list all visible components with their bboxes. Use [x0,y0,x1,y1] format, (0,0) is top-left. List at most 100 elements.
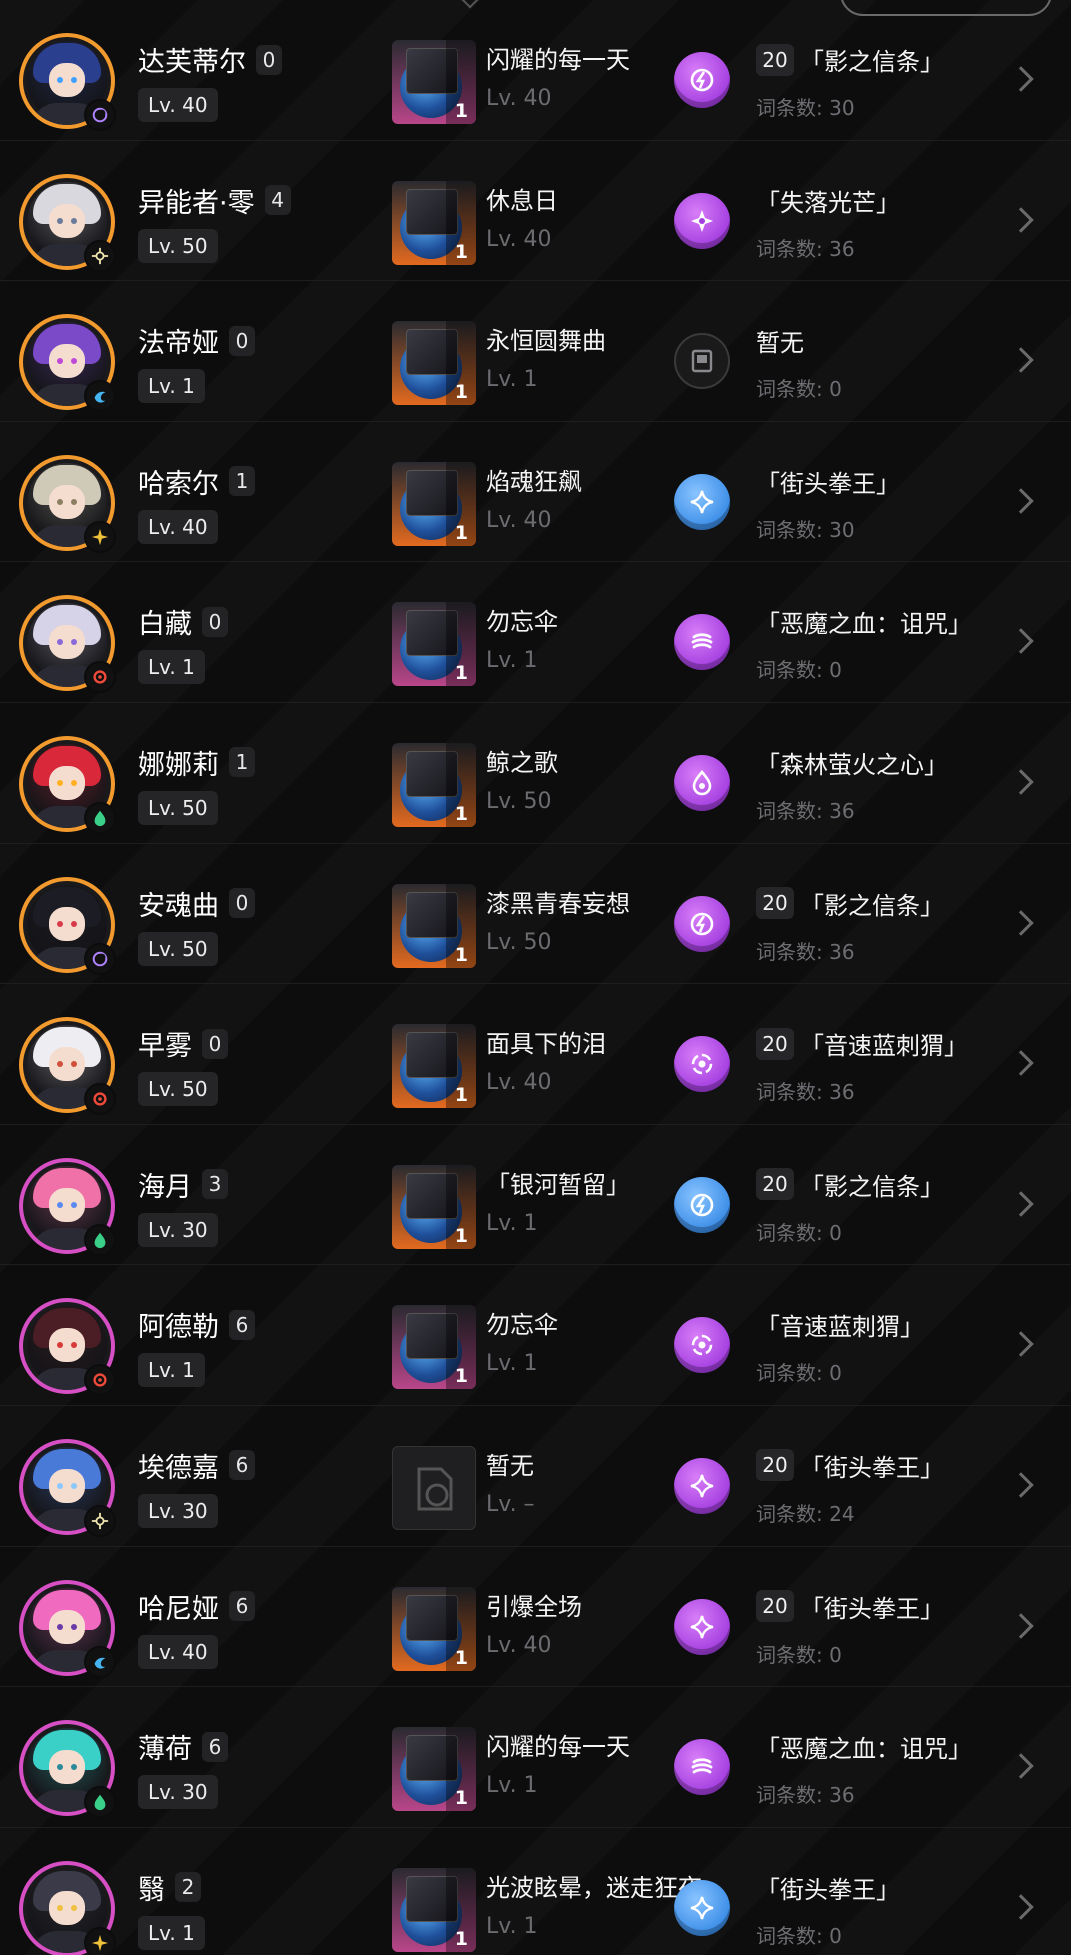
agent-row[interactable]: 早雾 0 Lv. 50 1 面具下的泪 Lv. 40 20 「音速蓝刺猬」 词条数: 36 [0,984,1071,1125]
engine-refinement: 1 [454,1365,468,1388]
chevron-right-icon[interactable] [1008,488,1034,514]
shadow-icon[interactable] [674,52,730,108]
w-engine-icon[interactable]: 1 [392,461,476,546]
chevron-right-icon[interactable] [1008,1331,1034,1358]
agent-name-line: 安魂曲 0 [138,884,255,923]
engine-refinement: 1 [454,802,468,825]
w-engine-icon[interactable]: 1 [392,1164,476,1249]
chevron-right-icon[interactable] [1008,347,1034,373]
target-icon[interactable] [674,1036,730,1093]
sparkle-icon[interactable] [674,1879,730,1936]
substat-count: 词条数: 0 [756,1923,842,1948]
physical-icon [84,239,116,272]
chevron-right-icon[interactable] [1008,206,1034,233]
w-engine-icon[interactable]: 1 [392,1305,476,1390]
agent-level-badge: Lv. 30 [138,1775,218,1810]
agent-row[interactable]: 阿德勒 6 Lv. 1 1 勿忘伞 Lv. 1 「音速蓝刺猬」 词条数: 0 [0,1265,1071,1406]
agent-name-line: 法帝娅 0 [138,321,255,360]
agent-level-badge: Lv. 40 [138,1634,218,1669]
set-name: 「街头拳王」 [800,1453,944,1482]
chevron-right-icon[interactable] [1008,628,1034,655]
w-engine-name: 焰魂狂飙 [486,467,582,496]
chevron-right-icon[interactable] [1008,769,1034,795]
w-engine-icon[interactable]: 1 [392,1727,476,1812]
shadow-icon[interactable] [674,895,730,952]
chevron-right-icon[interactable] [1008,1472,1034,1498]
w-engine-icon[interactable]: 1 [392,1024,476,1109]
chevron-right-icon[interactable] [1008,1050,1034,1076]
agent-row[interactable]: 翳 2 Lv. 1 1 光波眩晕，迷走狂夜 Lv. 1 「街头拳王」 词条数: 0 [0,1828,1071,1955]
agent-row[interactable]: 哈尼娅 6 Lv. 40 1 引爆全场 Lv. 40 20 「街头拳王」 词条数: 0 [0,1547,1071,1688]
substat-count: 词条数: 30 [756,96,855,120]
ice-icon [84,1645,116,1678]
mindscape-badge: 3 [202,1169,228,1200]
chevron-right-icon[interactable] [1008,66,1034,92]
chevron-right-icon[interactable] [1008,909,1034,936]
substat-count: 词条数: 36 [756,1080,855,1105]
mindscape-badge: 0 [202,606,228,637]
electric-icon [84,1926,116,1955]
agent-row[interactable]: 薄荷 6 Lv. 30 1 闪耀的每一天 Lv. 1 「恶魔之血：诅咒」 词条数: 36 [0,1687,1071,1828]
w-engine-icon[interactable]: 1 [392,1867,476,1952]
w-engine-name: 闪耀的每一天 [486,1733,630,1762]
set-name: 暂无 [756,329,804,358]
agent-level-badge: Lv. 30 [138,1212,218,1247]
agent-name: 哈索尔 [138,468,219,500]
w-engine-level: Lv. 1 [486,1913,538,1939]
agent-row[interactable]: 埃德嘉 6 Lv. 30 暂无 Lv. – 20 「街头拳王」 词条数: 24 [0,1406,1071,1547]
agent-row[interactable]: 异能者·零 4 Lv. 50 1 休息日 Lv. 40 「失落光芒」 词条数: 36 [0,141,1071,282]
w-engine-icon[interactable]: 1 [392,883,476,968]
target-icon[interactable] [674,1317,730,1374]
agent-level-badge: Lv. 50 [138,790,218,825]
agent-name: 薄荷 [138,1734,192,1766]
set-name: 「恶魔之血：诅咒」 [756,1735,972,1764]
w-engine-icon[interactable]: 1 [392,742,476,827]
agent-level-badge: Lv. 40 [138,509,218,544]
agent-row[interactable]: 海月 3 Lv. 30 1 「银河暂留」 Lv. 1 20 「影之信条」 词条数: 0 [0,1125,1071,1266]
w-engine-icon[interactable]: 1 [392,602,476,687]
sparkle-icon[interactable] [674,1598,730,1655]
mindscape-badge: 6 [202,1731,228,1762]
shadow-icon[interactable] [674,1176,730,1233]
mindscape-badge: 6 [229,1450,255,1481]
chevron-right-icon[interactable] [1008,1893,1034,1920]
drop-icon[interactable] [674,754,730,811]
mindscape-badge: 0 [202,1028,228,1059]
agent-row[interactable]: 安魂曲 0 Lv. 50 1 漆黑青春妄想 Lv. 50 20 「影之信条」 词条数: 36 [0,844,1071,985]
empty-disc-icon[interactable] [674,333,730,390]
drive-disc-set: 「恶魔之血：诅咒」 [756,1729,972,1764]
agent-row[interactable]: 法帝娅 0 Lv. 1 1 永恒圆舞曲 Lv. 1 暂无 词条数: 0 [0,281,1071,422]
chevron-right-icon[interactable] [1008,1753,1034,1779]
substat-count: 词条数: 0 [756,1361,842,1386]
agent-level-badge: Lv. 1 [138,650,205,685]
mindscape-badge: 0 [256,44,282,75]
chevron-right-icon[interactable] [1008,1191,1034,1217]
w-engine-icon[interactable]: 1 [392,321,476,406]
w-engine-name: 闪耀的每一天 [486,46,630,74]
w-engine-icon[interactable] [392,1445,476,1530]
w-engine-name: 休息日 [486,186,558,215]
substat-count: 词条数: 0 [756,1642,842,1667]
w-engine-name: 勿忘伞 [486,1311,558,1340]
chevron-right-icon[interactable] [1008,1612,1034,1639]
agent-row[interactable]: 白藏 0 Lv. 1 1 勿忘伞 Lv. 1 「恶魔之血：诅咒」 词条数: 0 [0,562,1071,703]
flame-icon[interactable] [674,614,730,671]
agent-name: 翳 [138,1874,165,1906]
engine-refinement: 1 [454,381,468,404]
engine-refinement: 1 [454,1084,468,1107]
agent-row[interactable]: 哈索尔 1 Lv. 40 1 焰魂狂飙 Lv. 40 「街头拳王」 词条数: 30 [0,422,1071,563]
w-engine-icon[interactable]: 1 [392,1586,476,1671]
set-piece-count: 20 [756,887,794,920]
sparkle-icon[interactable] [674,1457,730,1514]
w-engine-icon[interactable]: 1 [392,180,476,265]
substat-count: 词条数: 0 [756,658,842,683]
agent-name-line: 娜娜莉 1 [138,743,255,782]
agent-row[interactable]: 达芙蒂尔 0 Lv. 40 1 闪耀的每一天 Lv. 40 20 「影之信条」 词条数: 30 [0,0,1071,141]
w-engine-icon[interactable]: 1 [392,40,476,124]
w-engine-name: 光波眩晕，迷走狂夜 [486,1873,702,1902]
flame-icon[interactable] [674,1739,730,1796]
sparkle-icon[interactable] [674,473,730,530]
w-engine-level: Lv. 1 [486,1210,538,1236]
agent-row[interactable]: 娜娜莉 1 Lv. 50 1 鲸之歌 Lv. 50 「森林萤火之心」 词条数: 36 [0,703,1071,844]
star-icon[interactable] [674,192,730,249]
